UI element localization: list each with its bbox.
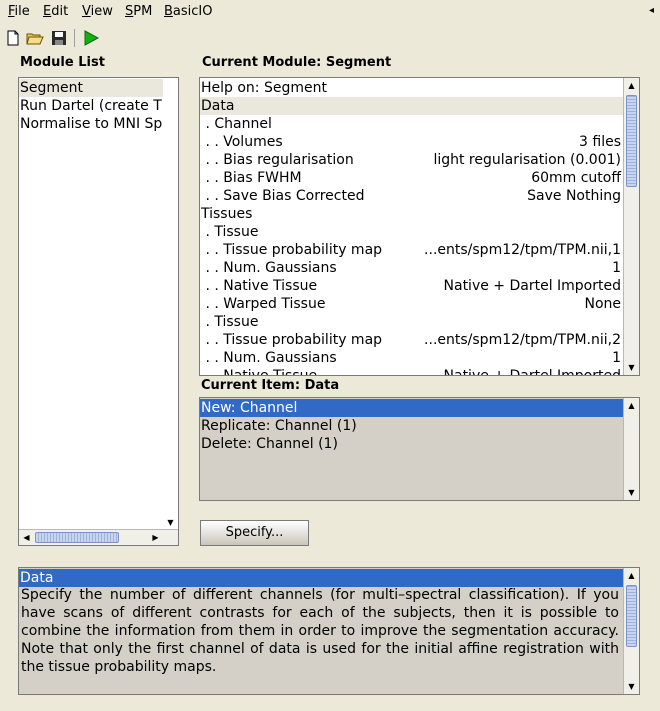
setting-label: . . Native Tissue <box>201 278 318 294</box>
setting-label: . . Native Tissue <box>201 368 318 376</box>
menu-view[interactable]: View <box>82 4 113 19</box>
scroll-down-icon[interactable]: ▼ <box>163 515 178 530</box>
current-item-option[interactable]: New: Channel <box>200 399 624 417</box>
help-panel: Data Specify the number of different cha… <box>18 567 640 695</box>
scroll-up-icon[interactable]: ▲ <box>624 568 639 583</box>
module-setting-row[interactable]: Tissues <box>200 205 624 223</box>
module-setting-row[interactable]: . . Tissue probability map ...ents/spm12/… <box>200 331 624 349</box>
setting-label: . . Bias regularisation <box>201 152 354 168</box>
menu-basicio-label: asicIO <box>172 4 213 19</box>
setting-value: 1 <box>612 350 621 366</box>
menu-edit-mnemonic: E <box>43 4 52 19</box>
current-item-panel: New: Channel Replicate: Channel (1) Dele… <box>199 397 640 501</box>
setting-label: . . Tissue probability map <box>201 242 383 258</box>
setting-value: Save Nothing <box>527 188 621 204</box>
module-setting-row[interactable]: . . Tissue probability map ...ents/spm12/… <box>200 241 624 259</box>
scroll-left-icon[interactable]: ◀ <box>19 530 34 545</box>
module-setting-row[interactable]: Data <box>200 97 624 115</box>
module-setting-row[interactable]: . . Volumes 3 files <box>200 133 624 151</box>
current-item-option[interactable]: Delete: Channel (1) <box>200 435 624 453</box>
menu-file[interactable]: File <box>8 4 30 19</box>
menu-basicio[interactable]: BasicIO <box>164 4 213 19</box>
setting-label: Data <box>201 98 235 114</box>
module-setting-row[interactable]: . . Warped Tissue None <box>200 295 624 313</box>
setting-value: 60mm cutoff <box>531 170 621 186</box>
module-list-item[interactable]: Segment <box>19 79 163 97</box>
module-setting-row[interactable]: . . Native Tissue Native + Dartel Importe… <box>200 367 624 376</box>
setting-label: . . Volumes <box>201 134 283 150</box>
current-module-label: Current Module: Segment <box>202 55 392 70</box>
setting-label: Tissues <box>201 206 253 222</box>
module-list-vscroll[interactable]: ▼ <box>163 78 178 530</box>
menu-spm-label: PM <box>133 4 153 19</box>
setting-label: . . Bias FWHM <box>201 170 302 186</box>
setting-label: Help on: Segment <box>201 80 327 96</box>
module-setting-row[interactable]: . Channel <box>200 115 624 133</box>
setting-label: . Tissue <box>201 314 259 330</box>
setting-label: . . Save Bias Corrected <box>201 188 365 204</box>
help-title: Data <box>19 569 624 587</box>
scroll-down-icon[interactable]: ▼ <box>624 679 639 694</box>
menu-basicio-mnemonic: B <box>164 4 173 19</box>
setting-label: . . Num. Gaussians <box>201 350 337 366</box>
save-disk-icon[interactable] <box>50 29 68 47</box>
current-module-panel: Help on: Segment Data . Channel . . Volum… <box>199 77 640 376</box>
open-folder-icon[interactable] <box>26 29 44 47</box>
run-play-icon[interactable] <box>82 29 100 47</box>
module-setting-row[interactable]: . . Save Bias Corrected Save Nothing <box>200 187 624 205</box>
setting-value: 1 <box>612 260 621 276</box>
current-item-option[interactable]: Replicate: Channel (1) <box>200 417 624 435</box>
toolbar <box>0 26 660 50</box>
menu-edit[interactable]: Edit <box>43 4 68 19</box>
specify-button[interactable]: Specify... <box>200 520 309 546</box>
module-list-panel: Segment Run Dartel (create T Normalise t… <box>18 77 179 546</box>
setting-label: . Tissue <box>201 224 259 240</box>
menu-overflow-arrow-icon[interactable]: ◂ <box>649 5 654 16</box>
module-setting-row[interactable]: . . Bias regularisation light regularisat… <box>200 151 624 169</box>
current-module-vscroll[interactable]: ▲ ▼ <box>623 78 639 375</box>
help-vscroll[interactable]: ▲ ▼ <box>623 568 639 694</box>
setting-value: ...ents/spm12/tpm/TPM.nii,2 <box>424 332 621 348</box>
setting-label: . . Tissue probability map <box>201 332 383 348</box>
menu-view-label: iew <box>90 4 113 19</box>
hscroll-thumb[interactable] <box>35 532 119 543</box>
setting-label: . . Warped Tissue <box>201 296 326 312</box>
module-list-item[interactable]: Normalise to MNI Sp <box>19 115 163 133</box>
setting-value: None <box>584 296 621 312</box>
scroll-down-icon[interactable]: ▼ <box>624 360 639 375</box>
scroll-down-icon[interactable]: ▼ <box>624 485 639 500</box>
menu-edit-label: dit <box>51 4 69 19</box>
scroll-up-icon[interactable]: ▲ <box>624 78 639 93</box>
module-list-label: Module List <box>20 55 105 70</box>
module-list-hscroll[interactable]: ◀ ▶ <box>19 529 178 545</box>
vscroll-thumb[interactable] <box>626 585 637 647</box>
module-setting-row[interactable]: . Tissue <box>200 313 624 331</box>
module-setting-row[interactable]: . Tissue <box>200 223 624 241</box>
setting-value: Native + Dartel Imported <box>443 278 621 294</box>
new-file-icon[interactable] <box>4 29 22 47</box>
module-setting-row[interactable]: . . Native Tissue Native + Dartel Importe… <box>200 277 624 295</box>
setting-label: . Channel <box>201 116 272 132</box>
setting-value: Native + Dartel Imported <box>443 368 621 376</box>
module-setting-row[interactable]: . . Num. Gaussians 1 <box>200 259 624 277</box>
menu-file-label: ile <box>14 4 30 19</box>
help-text: Specify the number of different channels… <box>21 587 619 675</box>
setting-value: ...ents/spm12/tpm/TPM.nii,1 <box>424 242 621 258</box>
module-list-item[interactable]: Run Dartel (create T <box>19 97 163 115</box>
vscroll-thumb[interactable] <box>626 95 637 187</box>
setting-label: . . Num. Gaussians <box>201 260 337 276</box>
menu-spm[interactable]: SPM <box>125 4 152 19</box>
current-item-label: Current Item: Data <box>201 378 340 393</box>
menu-view-mnemonic: V <box>82 4 91 19</box>
scroll-right-icon[interactable]: ▶ <box>148 530 163 545</box>
toolbar-separator <box>74 29 75 47</box>
scroll-up-icon[interactable]: ▲ <box>624 398 639 413</box>
current-item-vscroll[interactable]: ▲ ▼ <box>623 398 639 500</box>
setting-value: 3 files <box>579 134 621 150</box>
module-setting-row[interactable]: Help on: Segment <box>200 79 624 97</box>
module-setting-row[interactable]: . . Num. Gaussians 1 <box>200 349 624 367</box>
module-setting-row[interactable]: . . Bias FWHM 60mm cutoff <box>200 169 624 187</box>
setting-value: light regularisation (0.001) <box>433 152 621 168</box>
menu-bar: File Edit View SPM BasicIO ◂ <box>0 0 660 24</box>
